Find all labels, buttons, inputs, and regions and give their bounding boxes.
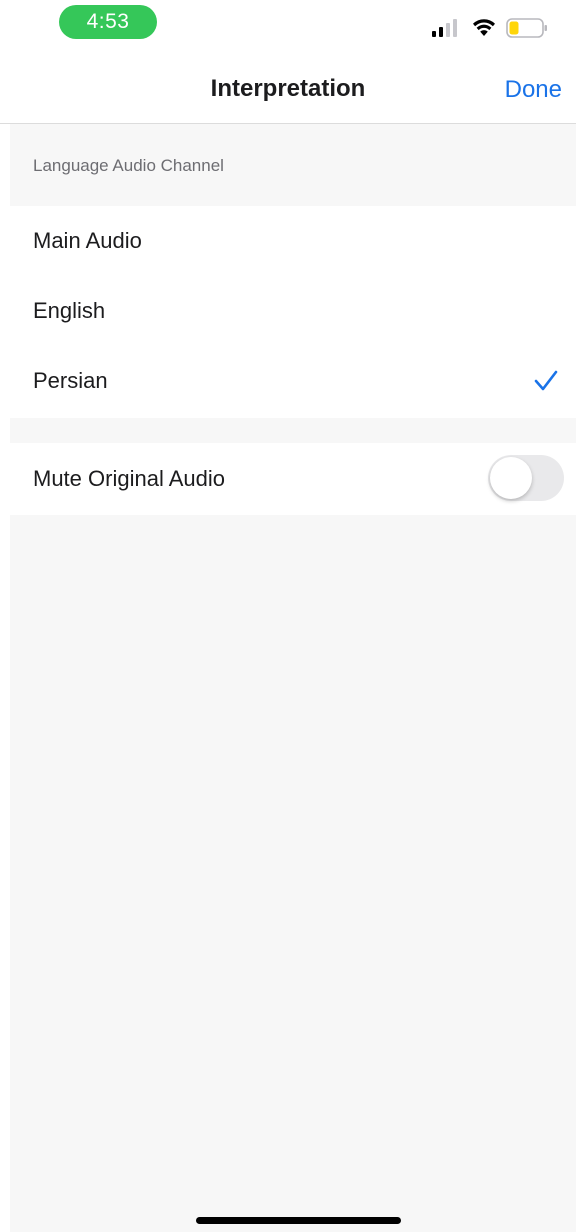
mute-original-audio-group: Mute Original Audio xyxy=(10,443,576,515)
channel-option-main-audio[interactable]: Main Audio xyxy=(10,206,576,276)
signal-icon xyxy=(432,19,457,37)
channel-option-label: Persian xyxy=(33,368,108,393)
mute-original-audio-toggle[interactable] xyxy=(488,455,564,501)
interpretation-screen: 4:53 Interpretation Done Language Audio … xyxy=(0,0,576,1232)
status-bar: 4:53 xyxy=(0,0,576,48)
settings-content: Language Audio Channel Main Audio Englis… xyxy=(10,124,576,1232)
status-time: 4:53 xyxy=(59,5,157,39)
mute-original-audio-row: Mute Original Audio xyxy=(10,443,576,515)
channel-option-persian[interactable]: Persian xyxy=(10,346,576,416)
channel-option-label: English xyxy=(33,298,106,323)
page-title: Interpretation xyxy=(210,75,366,102)
nav-bar: Interpretation Done xyxy=(0,48,576,124)
done-button[interactable]: Done xyxy=(505,76,562,104)
checkmark-icon xyxy=(534,370,558,391)
mute-original-audio-label: Mute Original Audio xyxy=(33,466,225,491)
wifi-icon xyxy=(473,19,495,36)
audio-channel-list: Main Audio English Persian xyxy=(10,206,576,418)
channel-option-label: Main Audio xyxy=(33,228,142,253)
section-header-language-audio-channel: Language Audio Channel xyxy=(33,156,224,175)
channel-option-english[interactable]: English xyxy=(10,276,576,346)
toggle-knob xyxy=(490,457,532,499)
home-indicator[interactable] xyxy=(196,1217,401,1224)
battery-icon xyxy=(506,18,547,38)
